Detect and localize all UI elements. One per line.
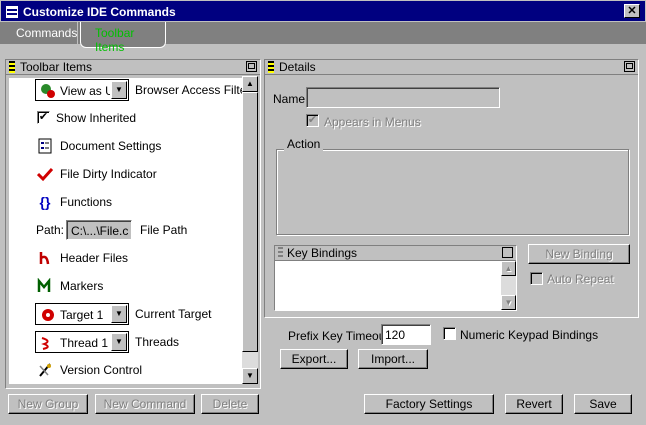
current-target-value: Target 1 [60,308,104,322]
key-bindings-scrollbar[interactable]: ▲ ▼ [501,261,516,310]
auto-repeat-label: Auto Repeat [547,272,614,286]
file-path-field: C:\...\File.c [66,220,132,240]
list-item[interactable]: Thread 1 ▼ Threads [9,330,242,354]
toolbar-items-list[interactable]: View as Us ▼ Browser Access Filters ✔ Sh… [9,78,242,384]
version-control-icon [37,362,53,378]
header-files-icon [37,250,53,266]
header-files-label: Header Files [60,251,129,265]
list-item[interactable]: ✔ Show Inherited [9,106,242,130]
numeric-keypad-checkbox[interactable] [443,327,456,340]
key-bindings-list[interactable]: Key Bindings ▲ ▼ [274,245,517,311]
functions-label: Functions [60,195,113,209]
browser-filter-combo[interactable]: View as Us ▼ [35,79,129,101]
panel-float-icon[interactable] [624,61,635,72]
key-bindings-header: Key Bindings [275,246,516,261]
window-title: Customize IDE Commands [23,5,176,19]
save-button[interactable]: Save [574,394,632,414]
tab-strip: Commands Toolbar Items [0,22,646,54]
name-label: Name: [273,92,309,106]
list-item[interactable]: Header Files [9,246,242,270]
chevron-down-icon[interactable]: ▼ [111,305,127,323]
markers-icon [37,277,53,294]
threads-value: Thread 1 [60,336,109,350]
threads-combo[interactable]: Thread 1 ▼ [35,331,129,353]
markers-label: Markers [60,279,104,293]
current-target-label: Current Target [135,307,212,321]
toolbar-items-title: Toolbar Items [20,60,93,74]
details-title: Details [279,60,316,74]
window-menu-icon[interactable] [6,6,18,18]
document-settings-icon [37,138,53,154]
numeric-keypad-label: Numeric Keypad Bindings [460,328,599,342]
tab-commands[interactable]: Commands [2,22,78,44]
file-dirty-icon [36,166,54,182]
target-icon [40,307,56,323]
scroll-up-icon[interactable]: ▲ [242,76,258,92]
filter-icon [40,83,56,99]
panel-grip-icon [278,247,283,259]
prefix-key-timeout-input[interactable]: 120 [381,324,431,345]
key-bindings-title: Key Bindings [287,246,358,260]
scroll-down-icon[interactable]: ▼ [501,295,516,310]
toolbar-items-header: Toolbar Items [6,60,260,75]
panel-grip-icon[interactable] [268,61,274,73]
toolbar-items-scrollbar[interactable]: ▲ ▼ [242,76,258,384]
name-field[interactable] [306,87,500,108]
list-item[interactable]: Document Settings [9,134,242,158]
path-prefix: Path: [36,223,65,237]
panel-grip-icon[interactable] [9,61,15,73]
list-item[interactable]: Path: C:\...\File.c File Path [9,218,242,242]
file-dirty-label: File Dirty Indicator [60,167,157,181]
scroll-up-icon[interactable]: ▲ [501,261,516,276]
thread-icon [40,335,56,351]
scroll-down-icon[interactable]: ▼ [242,368,258,384]
list-item[interactable]: Target 1 ▼ Current Target [9,302,242,326]
delete-button[interactable]: Delete [201,394,259,414]
chevron-down-icon[interactable]: ▼ [111,333,127,351]
list-item[interactable]: Markers [9,274,242,298]
browser-filter-label: Browser Access Filters [135,83,242,97]
functions-braces-icon: {} [39,194,51,210]
prefix-key-timeout-label: Prefix Key Timeout: [288,329,393,343]
panel-float-icon[interactable] [502,247,513,258]
details-header: Details [265,60,638,75]
new-binding-button[interactable]: New Binding [528,244,630,264]
browser-filter-value: View as Us [60,84,110,98]
appears-in-menus-label: Appears in Menus [324,115,421,129]
threads-label: Threads [135,335,180,349]
appears-in-menus-checkbox[interactable]: ✔ [306,114,319,127]
current-target-combo[interactable]: Target 1 ▼ [35,303,129,325]
title-bar: Customize IDE Commands ✕ [0,0,646,22]
new-group-button[interactable]: New Group [8,394,88,414]
import-button[interactable]: Import... [358,349,428,369]
list-item[interactable]: File Dirty Indicator [9,162,242,186]
scroll-thumb[interactable] [242,92,258,352]
close-button[interactable]: ✕ [624,4,640,18]
list-item[interactable]: View as Us ▼ Browser Access Filters [9,78,242,102]
chevron-down-icon[interactable]: ▼ [111,81,127,99]
show-inherited-checkbox[interactable]: ✔ [37,111,50,124]
show-inherited-label: Show Inherited [56,111,137,125]
export-button[interactable]: Export... [280,349,348,369]
action-label: Action [284,137,324,151]
document-settings-label: Document Settings [60,139,162,153]
panel-float-icon[interactable] [246,61,257,72]
new-command-button[interactable]: New Command [95,394,195,414]
factory-settings-button[interactable]: Factory Settings [364,394,494,414]
action-group [276,149,629,235]
auto-repeat-checkbox[interactable] [530,272,543,285]
version-control-label: Version Control [60,363,143,377]
tab-toolbar-items[interactable]: Toolbar Items [80,22,166,54]
list-item[interactable]: {} Functions [9,190,242,214]
file-path-label: File Path [140,223,188,237]
revert-button[interactable]: Revert [505,394,563,414]
list-item[interactable]: Version Control [9,358,242,382]
